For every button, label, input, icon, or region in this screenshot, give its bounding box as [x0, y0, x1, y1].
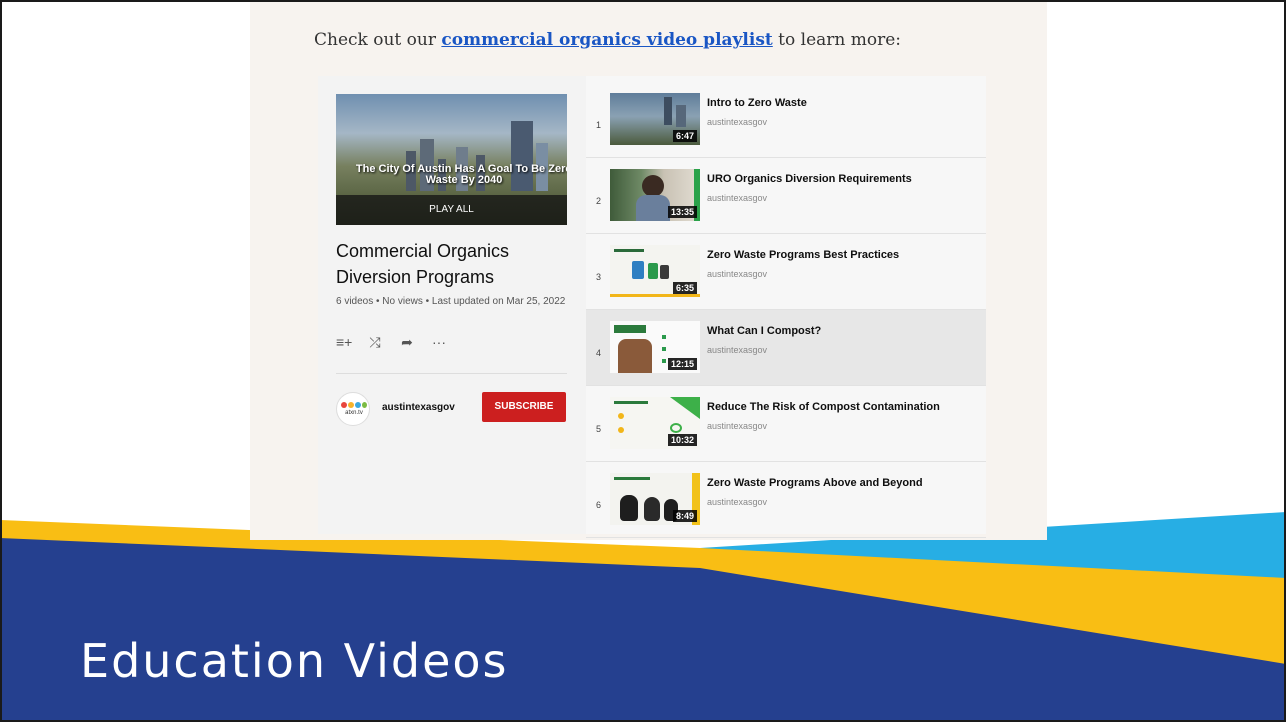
bullet: [618, 413, 624, 419]
video-thumbnail[interactable]: 6:47: [610, 93, 700, 145]
video-duration: 8:49: [672, 510, 697, 522]
video-duration: 6:47: [672, 130, 697, 142]
logo-dot: [362, 402, 367, 408]
thumbnail-text: [614, 107, 666, 123]
video-channel[interactable]: austintexasgov: [707, 269, 767, 279]
channel-avatar[interactable]: atxn.tv: [336, 392, 370, 426]
video-channel[interactable]: austintexasgov: [707, 421, 767, 431]
video-index: 3: [596, 272, 602, 282]
video-thumbnail[interactable]: 12:15: [610, 321, 700, 373]
video-duration: 6:35: [672, 282, 697, 294]
playlist-thumbnail[interactable]: The City Of Austin Has A Goal To Be Zero…: [336, 94, 567, 225]
green-corner: [670, 397, 700, 419]
video-title[interactable]: Zero Waste Programs Above and Beyond: [707, 477, 923, 489]
thumbnail-caption: The City Of Austin Has A Goal To Be Zero…: [355, 163, 567, 186]
video-duration: 13:35: [667, 206, 697, 218]
playlist-meta: 6 videos • No views • Last updated on Ma…: [336, 296, 566, 307]
video-index: 4: [596, 348, 602, 358]
video-row[interactable]: 1 6:47 Intro to Zero Waste austintexasgo…: [586, 82, 986, 158]
video-index: 2: [596, 196, 602, 206]
video-thumbnail[interactable]: 8:49: [610, 473, 700, 525]
logo-dot: [348, 402, 354, 408]
trash-bag: [644, 497, 660, 521]
bullet: [662, 347, 666, 351]
person-head: [642, 175, 664, 197]
building: [676, 105, 686, 127]
thumbnail-heading: [614, 249, 644, 252]
video-duration: 10:32: [667, 434, 697, 446]
channel-name[interactable]: austintexasgov: [382, 402, 455, 413]
video-title[interactable]: Reduce The Risk of Compost Contamination: [707, 401, 940, 413]
video-row[interactable]: 6 8:49 Zero Waste Programs Above and Bey…: [586, 462, 986, 538]
thumbnail-heading: [614, 325, 646, 333]
video-index: 5: [596, 424, 602, 434]
bin-icon: [648, 263, 658, 279]
logo-dot: [355, 402, 361, 408]
thumbnail-heading: [614, 401, 648, 404]
intro-suffix: to learn more:: [772, 30, 902, 50]
yellow-stripe: [610, 294, 700, 297]
thumbnail-heading: [614, 477, 650, 480]
video-row-active[interactable]: 4 12:15 What Can I Compost? austintexasg…: [586, 310, 986, 386]
video-index: 1: [596, 120, 602, 130]
slide-title: Education Videos: [80, 634, 509, 688]
video-row[interactable]: 2 13:35 URO Organics Diversion Requireme…: [586, 158, 986, 234]
video-title[interactable]: Zero Waste Programs Best Practices: [707, 249, 899, 261]
video-title[interactable]: Intro to Zero Waste: [707, 97, 807, 109]
trash-bag: [620, 495, 638, 521]
intro-prefix: Check out our: [314, 30, 442, 50]
channel-row: atxn.tv austintexasgov SUBSCRIBE: [336, 392, 567, 426]
video-duration: 12:15: [667, 358, 697, 370]
channel-logo-text: atxn.tv: [345, 410, 363, 416]
video-thumbnail[interactable]: 13:35: [610, 169, 700, 221]
playlist-video-list: 1 6:47 Intro to Zero Waste austintexasgo…: [586, 76, 986, 538]
divider: [336, 373, 567, 374]
video-row[interactable]: 5 10:32 Reduce The Risk of Compost Conta…: [586, 386, 986, 462]
playlist-info-panel: The City Of Austin Has A Goal To Be Zero…: [318, 76, 586, 534]
hands-image: [618, 339, 652, 373]
compost-icon: [670, 423, 682, 433]
embedded-webpage-screenshot: Check out our commercial organics video …: [250, 0, 1047, 540]
bin-icon: [660, 265, 669, 279]
intro-text: Check out our commercial organics video …: [314, 30, 901, 50]
video-title[interactable]: What Can I Compost?: [707, 325, 821, 337]
person-body: [636, 195, 670, 221]
bullet: [618, 427, 624, 433]
video-title[interactable]: URO Organics Diversion Requirements: [707, 173, 912, 185]
bullet: [662, 335, 666, 339]
video-channel[interactable]: austintexasgov: [707, 193, 767, 203]
video-row[interactable]: 3 6:35 Zero Waste Programs Best Practice…: [586, 234, 986, 310]
more-icon[interactable]: ···: [432, 334, 446, 351]
video-channel[interactable]: austintexasgov: [707, 345, 767, 355]
playlist-title: Commercial Organics Diversion Programs: [336, 241, 510, 287]
playlist-actions: ≡+ ⤮ ➦ ···: [336, 334, 446, 351]
logo-dot: [341, 402, 347, 408]
add-to-queue-icon[interactable]: ≡+: [336, 334, 352, 351]
video-thumbnail[interactable]: 6:35: [610, 245, 700, 297]
youtube-playlist-embed: The City Of Austin Has A Goal To Be Zero…: [318, 76, 986, 538]
bin-icon: [632, 261, 644, 279]
share-icon[interactable]: ➦: [400, 334, 414, 351]
video-channel[interactable]: austintexasgov: [707, 117, 767, 127]
subscribe-button[interactable]: SUBSCRIBE: [482, 392, 566, 422]
bullet: [662, 359, 666, 363]
video-thumbnail[interactable]: 10:32: [610, 397, 700, 449]
play-all-button[interactable]: PLAY ALL: [336, 195, 567, 225]
playlist-link[interactable]: commercial organics video playlist: [441, 30, 772, 50]
video-channel[interactable]: austintexasgov: [707, 497, 767, 507]
video-index: 6: [596, 500, 602, 510]
shuffle-icon[interactable]: ⤮: [368, 334, 382, 351]
